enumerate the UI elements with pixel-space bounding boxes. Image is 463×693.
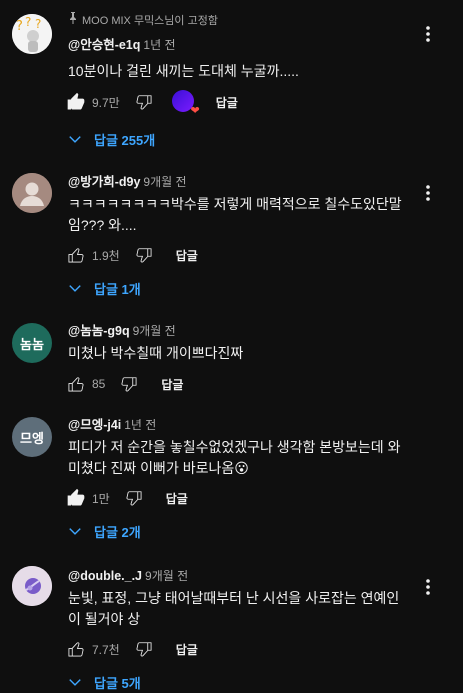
reply-button[interactable]: 답글 [176, 247, 198, 264]
thumb-down-icon [121, 377, 137, 392]
author-name[interactable]: @놈놈-g9q [68, 324, 130, 338]
replies-label: 답글 1개 [94, 281, 141, 297]
replies-label: 답글 2개 [94, 524, 141, 540]
author-name[interactable]: @double._.J [68, 569, 142, 583]
dislike-button[interactable] [132, 90, 156, 114]
comment-actions: 85 답글 [64, 372, 183, 396]
chevron-down-icon [68, 675, 82, 689]
author-line: @므엥-j4i 1년 전 [68, 416, 156, 434]
svg-text:?: ? [35, 17, 41, 31]
comment-actions: 7.7천 답글 [64, 637, 198, 661]
like-count: 7.7천 [92, 642, 120, 657]
reply-button[interactable]: 답글 [166, 490, 188, 507]
comment-text: 10분이나 걸린 새끼는 도대체 누굴까..... [68, 63, 299, 79]
pinned-label: MOO MIX 무믹스님이 고정함 [68, 12, 218, 29]
svg-text:?: ? [25, 15, 31, 29]
more-actions-button[interactable] [420, 181, 436, 205]
avatar-image-icon: ? ? ? [12, 14, 52, 54]
avatar-image-icon [12, 566, 52, 606]
default-user-icon [12, 173, 52, 213]
dislike-button[interactable] [117, 372, 141, 396]
comment-time[interactable]: 9개월 전 [143, 175, 186, 189]
comment-actions: 1만 답글 [64, 486, 188, 510]
comment-text: 미쳤나 박수칠때 개이쁘다진짜 [68, 345, 244, 361]
dislike-button[interactable] [122, 486, 146, 510]
dislike-button[interactable] [132, 243, 156, 267]
comment-time[interactable]: 9개월 전 [133, 324, 176, 338]
author-line: @안승현-e1q 1년 전 [68, 36, 176, 54]
thumb-down-icon [126, 491, 142, 506]
heart-icon: ❤ [190, 105, 200, 117]
author-name[interactable]: @안승현-e1q [68, 38, 140, 52]
author-name[interactable]: @방가희-d9y [68, 175, 140, 189]
comment-time[interactable]: 1년 전 [124, 418, 156, 432]
reply-button[interactable]: 답글 [161, 376, 183, 393]
like-button[interactable] [64, 637, 88, 661]
like-count: 1만 [92, 491, 110, 506]
replies-label: 답글 255개 [94, 132, 156, 148]
avatar-initials: 므엥 [20, 430, 44, 446]
comment-time[interactable]: 1년 전 [143, 38, 175, 52]
like-button[interactable] [64, 486, 88, 510]
chevron-down-icon [68, 281, 82, 295]
comment-text: 눈빛, 표정, 그냥 태어날때부터 난 시선을 사로잡는 연예인이 될거야 상 [68, 590, 400, 627]
thumb-up-icon [68, 377, 84, 392]
like-button[interactable] [64, 372, 88, 396]
reply-button[interactable]: 답글 [216, 94, 238, 111]
author-line: @방가희-d9y 9개월 전 [68, 173, 187, 191]
pin-icon [68, 12, 78, 29]
comment-time[interactable]: 9개월 전 [145, 569, 188, 583]
replies-label: 답글 5개 [94, 675, 141, 691]
like-count: 85 [92, 377, 106, 391]
avatar[interactable]: 놈놈 [12, 323, 52, 363]
like-count: 9.7만 [92, 95, 120, 110]
avatar[interactable]: ? ? ? [12, 14, 52, 54]
pinned-text: MOO MIX 무믹스님이 고정함 [82, 15, 218, 27]
chevron-down-icon [68, 524, 82, 538]
avatar[interactable] [12, 566, 52, 606]
reply-button[interactable]: 답글 [176, 641, 198, 658]
more-vert-icon [426, 185, 430, 201]
comment-actions: 1.9천 답글 [64, 243, 198, 267]
more-vert-icon [426, 26, 430, 42]
svg-text:?: ? [16, 19, 23, 34]
thumb-down-icon [136, 95, 152, 110]
like-button[interactable] [64, 90, 88, 114]
thumb-up-icon [68, 248, 84, 263]
more-actions-button[interactable] [420, 22, 436, 46]
dislike-button[interactable] [132, 637, 156, 661]
thumb-up-icon [67, 488, 85, 506]
view-replies-button[interactable]: 답글 1개 [68, 278, 141, 298]
like-count: 1.9천 [92, 248, 120, 263]
thumb-up-icon [68, 642, 84, 657]
author-line: @놈놈-g9q 9개월 전 [68, 322, 176, 340]
thumb-up-icon [67, 92, 85, 110]
comment-actions: 9.7만 ❤ 답글 [64, 90, 238, 117]
more-vert-icon [426, 579, 430, 595]
view-replies-button[interactable]: 답글 2개 [68, 521, 141, 541]
creator-heart-badge: ❤ [171, 90, 200, 117]
view-replies-button[interactable]: 답글 255개 [68, 129, 155, 149]
thumb-down-icon [136, 642, 152, 657]
thumb-down-icon [136, 248, 152, 263]
view-replies-button[interactable]: 답글 5개 [68, 672, 141, 692]
more-actions-button[interactable] [420, 575, 436, 599]
avatar-initials: 놈놈 [20, 336, 44, 352]
avatar[interactable]: 므엥 [12, 417, 52, 457]
author-line: @double._.J 9개월 전 [68, 567, 188, 585]
avatar[interactable] [12, 173, 52, 213]
chevron-down-icon [68, 132, 82, 146]
author-name[interactable]: @므엥-j4i [68, 418, 121, 432]
like-button[interactable] [64, 243, 88, 267]
comment-text: 피디가 저 순간을 놓칠수없었겠구나 생각함 본방보는데 와 미쳤다 진짜 이뻐… [68, 439, 401, 476]
comment-text: ㅋㅋㅋㅋㅋㅋㅋㅋ박수를 저렇게 매력적으로 칠수도있단말임??? 와.... [68, 196, 402, 233]
